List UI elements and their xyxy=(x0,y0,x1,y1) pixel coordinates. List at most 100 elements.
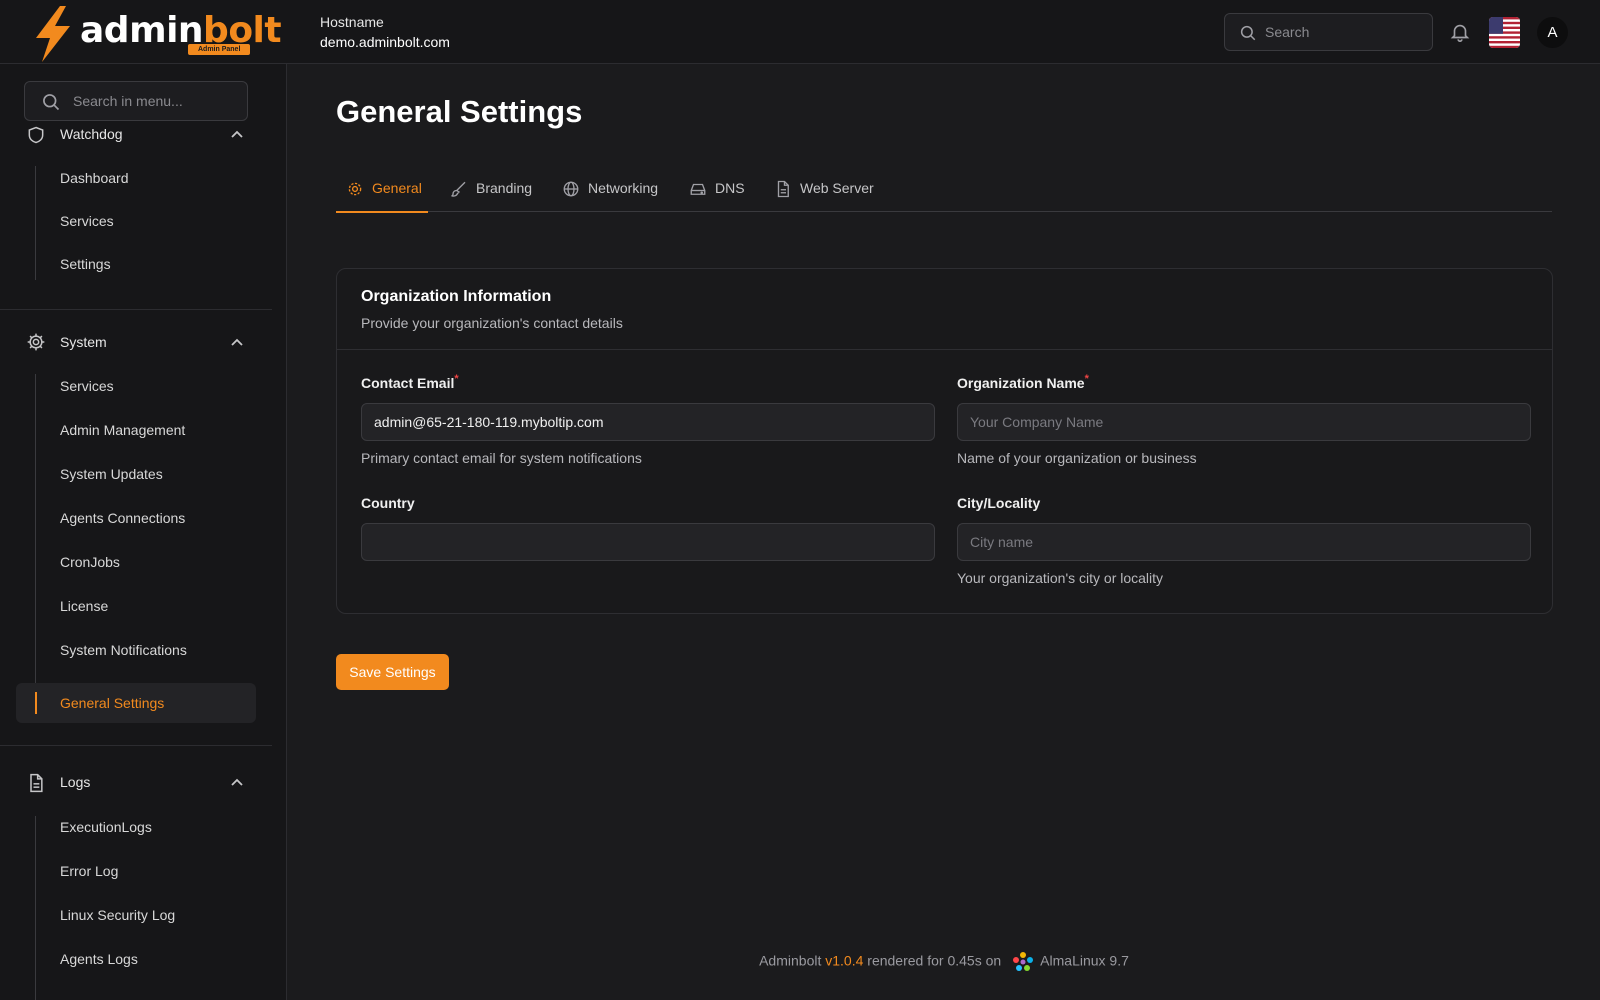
sidebar-group-label: Logs xyxy=(60,774,91,790)
tab-label: DNS xyxy=(715,180,745,196)
field-label-text: Country xyxy=(361,495,415,511)
field-label-text: Organization Name xyxy=(957,375,1085,391)
chevron-up-icon xyxy=(231,778,243,786)
logo-word-admin: admin xyxy=(80,10,204,51)
field-help: Primary contact email for system notific… xyxy=(361,450,642,466)
sidebar-item-label: Dashboard xyxy=(60,170,129,186)
field-help: Your organization's city or locality xyxy=(957,570,1164,586)
card-title: Organization Information xyxy=(361,288,552,305)
sidebar-group-label: Watchdog xyxy=(60,126,123,142)
sidebar-search-input[interactable] xyxy=(73,82,243,120)
adminbolt-logo[interactable]: adminbolt Admin Panel xyxy=(30,6,282,62)
user-avatar[interactable]: A xyxy=(1537,17,1568,48)
field-label: Country xyxy=(361,495,935,517)
logo-wordmark: adminbolt xyxy=(80,10,282,51)
chevron-up-icon xyxy=(231,338,243,346)
hostname-value: demo.adminbolt.com xyxy=(320,34,450,50)
document-icon xyxy=(30,773,43,793)
settings-tabs: General Branding Networking DNS Web Serv… xyxy=(336,164,1552,213)
active-tab-underline xyxy=(336,211,428,213)
sidebar-item-label: System Updates xyxy=(60,466,163,482)
sidebar-item-cronjobs[interactable]: CronJobs xyxy=(16,542,256,582)
save-settings-button[interactable]: Save Settings xyxy=(336,654,449,690)
sidebar-group-label: System xyxy=(60,334,107,350)
bell-icon[interactable] xyxy=(1449,20,1471,44)
footer-brand: Adminbolt xyxy=(759,952,822,969)
sidebar-item-label: Agents Logs xyxy=(60,951,138,967)
sidebar-group-system[interactable]: System xyxy=(0,322,272,362)
hostname-block: Hostname demo.adminbolt.com xyxy=(320,12,450,52)
sidebar-item-label: License xyxy=(60,598,109,614)
organization-name-field: Organization Name* Name of your organiza… xyxy=(957,373,1531,466)
country-select[interactable] xyxy=(361,523,935,561)
sidebar-divider xyxy=(0,309,272,310)
sidebar-item-admin-management[interactable]: Admin Management xyxy=(16,410,256,450)
footer-os: AlmaLinux 9.7 xyxy=(1040,952,1129,969)
sidebar-item-label: Services xyxy=(60,213,114,229)
sidebar-item-label: General Settings xyxy=(60,695,165,711)
almalinux-logo-icon xyxy=(1013,952,1034,971)
page-title: General Settings xyxy=(336,94,583,129)
sidebar-item-agents-connections[interactable]: Agents Connections xyxy=(16,498,256,538)
main-content: General Settings General Branding Networ… xyxy=(288,64,1600,1000)
footer-version[interactable]: v1.0.4 xyxy=(825,953,863,969)
globe-icon xyxy=(563,181,579,197)
footer-rendered: rendered for 0.45s on xyxy=(867,952,1002,969)
us-flag-icon[interactable] xyxy=(1489,17,1520,48)
tab-label: Networking xyxy=(588,180,659,196)
search-icon xyxy=(1240,25,1256,41)
sidebar-divider xyxy=(0,745,272,746)
tab-web-server[interactable]: Web Server xyxy=(764,164,884,212)
sidebar-item-general-settings[interactable]: General Settings xyxy=(16,683,256,723)
city-field: City/Locality Your organization's city o… xyxy=(957,495,1531,586)
sidebar-item-system-updates[interactable]: System Updates xyxy=(16,454,256,494)
required-mark: * xyxy=(454,373,459,385)
tab-label: Branding xyxy=(476,180,533,196)
sidebar-item-error-log[interactable]: Error Log xyxy=(16,851,256,891)
sidebar-item-label: Error Log xyxy=(60,863,119,879)
sidebar-group-logs[interactable]: Logs xyxy=(0,762,272,802)
search-icon xyxy=(43,94,60,111)
header-search-input[interactable] xyxy=(1265,14,1425,50)
sidebar-item-watchdog-services[interactable]: Services xyxy=(16,201,256,241)
tab-general[interactable]: General xyxy=(336,164,428,213)
logo-badge: Admin Panel xyxy=(188,44,251,55)
active-indicator xyxy=(35,692,37,714)
card-description: Provide your organization's contact deta… xyxy=(361,315,623,331)
sidebar-item-execution-logs[interactable]: ExecutionLogs xyxy=(16,807,256,847)
sidebar-item-label: ExecutionLogs xyxy=(60,819,152,835)
sidebar-item-label: Agents Connections xyxy=(60,510,186,526)
sidebar-item-system-notifications[interactable]: System Notifications xyxy=(16,630,256,670)
city-input[interactable] xyxy=(957,523,1531,561)
field-label: Contact Email* xyxy=(361,373,935,397)
lightning-bolt-icon xyxy=(36,6,70,62)
sidebar-item-linux-security-log[interactable]: Linux Security Log xyxy=(16,895,256,935)
sidebar-item-watchdog-dashboard[interactable]: Dashboard xyxy=(16,158,256,198)
organization-info-card: Organization Information Provide your or… xyxy=(336,268,1553,614)
sidebar-item-system-services[interactable]: Services xyxy=(16,366,256,406)
tab-branding[interactable]: Branding xyxy=(440,164,540,212)
tab-dns[interactable]: DNS xyxy=(679,164,754,212)
shield-icon xyxy=(28,126,44,144)
sidebar-item-license[interactable]: License xyxy=(16,586,256,626)
chevron-up-icon xyxy=(231,130,243,138)
sidebar-item-label: Admin Management xyxy=(60,422,186,438)
field-label-text: Contact Email xyxy=(361,375,455,391)
field-label-text: City/Locality xyxy=(957,495,1041,511)
country-field: Country xyxy=(361,495,935,561)
organization-name-input[interactable] xyxy=(957,403,1531,441)
tab-networking[interactable]: Networking xyxy=(552,164,672,212)
page-footer: Adminbolt v1.0.4 rendered for 0.45s on A… xyxy=(288,950,1600,974)
sidebar-item-agents-logs[interactable]: Agents Logs xyxy=(16,939,256,979)
field-help: Name of your organization or business xyxy=(957,450,1197,466)
sidebar-item-label: Linux Security Log xyxy=(60,907,176,923)
tab-label: General xyxy=(372,180,422,196)
sidebar-item-label: CronJobs xyxy=(60,554,120,570)
sidebar-search-box xyxy=(24,81,248,121)
brush-icon xyxy=(451,181,466,197)
contact-email-input[interactable] xyxy=(361,403,935,441)
contact-email-field: Contact Email* Primary contact email for… xyxy=(361,373,935,466)
sidebar-item-label: System Notifications xyxy=(60,642,187,658)
sidebar-item-watchdog-settings[interactable]: Settings xyxy=(16,244,256,284)
hostname-label: Hostname xyxy=(320,14,384,30)
